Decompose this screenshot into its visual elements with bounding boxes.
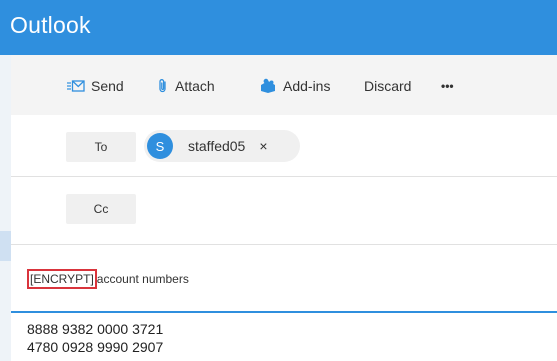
to-button[interactable]: To [66,132,136,162]
body-line: 4780 0928 9990 2907 [27,339,164,355]
send-label: Send [91,78,124,94]
close-icon[interactable]: × [259,138,267,154]
attach-label: Attach [175,78,215,94]
avatar: S [147,133,173,159]
send-icon [67,79,85,93]
addins-label: Add-ins [283,78,331,94]
left-rail-selection [0,231,11,261]
to-row: To S staffed05 × [11,115,557,177]
app-title: Outlook [10,12,91,38]
more-icon: ••• [441,79,454,93]
attach-button[interactable]: Attach [157,75,215,97]
encrypt-tag: [ENCRYPT] [27,269,97,289]
addins-icon [259,78,277,94]
body-line: 8888 9382 0000 3721 [27,321,164,337]
compose-toolbar: Send Attach Add-ins Discard ••• [11,55,557,115]
more-options-button[interactable]: ••• [441,75,454,97]
discard-button[interactable]: Discard [364,75,411,97]
cc-row: Cc [11,177,557,245]
left-rail [0,55,11,361]
subject-text: account numbers [96,272,189,286]
compose-pane: Send Attach Add-ins Discard ••• To S sta… [11,55,557,361]
subject-field[interactable]: [ENCRYPT] account numbers [27,269,189,289]
paperclip-icon [157,78,169,94]
discard-label: Discard [364,78,412,94]
message-body[interactable]: 8888 9382 0000 3721 4780 0928 9990 2907 [11,311,557,361]
addins-button[interactable]: Add-ins [259,75,330,97]
recipient-name: staffed05 [188,138,246,154]
send-button[interactable]: Send [67,75,124,97]
cc-button[interactable]: Cc [66,194,136,224]
recipient-chip[interactable]: S staffed05 × [144,130,300,162]
app-header: Outlook [0,0,557,55]
